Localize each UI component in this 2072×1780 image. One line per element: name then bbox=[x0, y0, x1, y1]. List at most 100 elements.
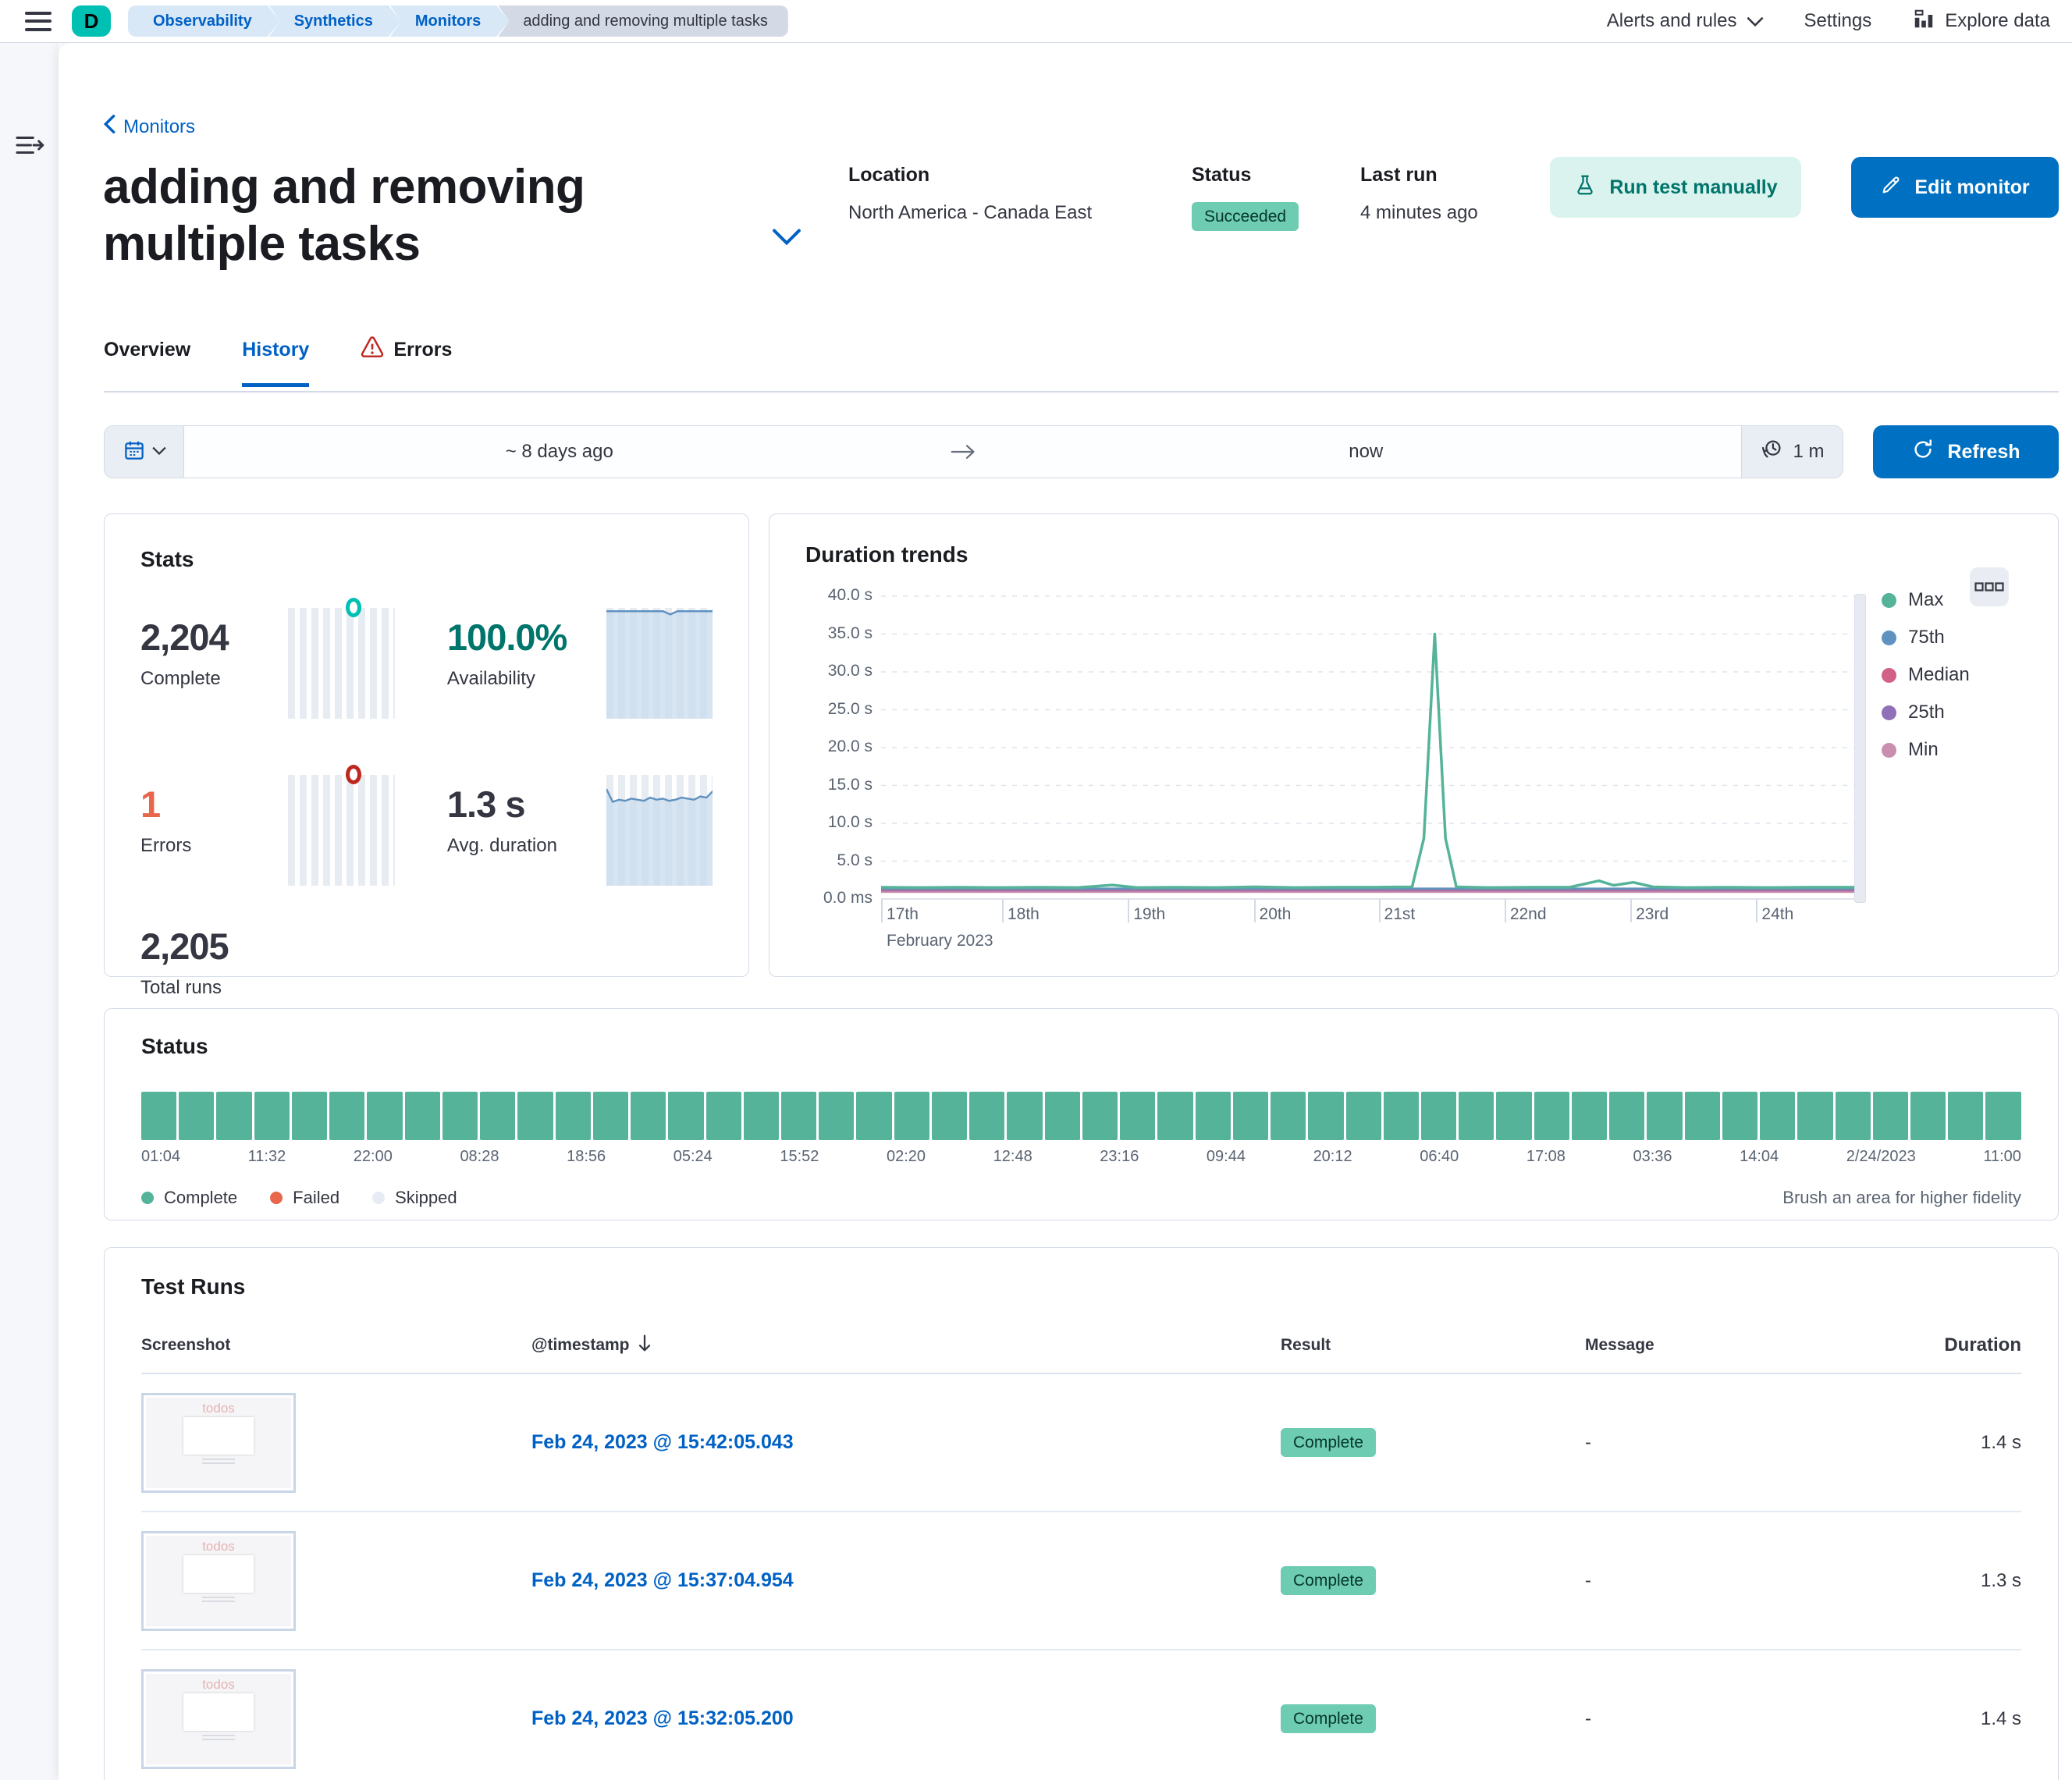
cell-duration: 1.3 s bbox=[1930, 1570, 2021, 1592]
stat-errors: 1 Errors bbox=[140, 775, 288, 857]
explore-data-link[interactable]: Explore data bbox=[1912, 7, 2050, 36]
status-panel: Status 01:0411:3222:0008:2818:5605:2415:… bbox=[104, 1008, 2059, 1220]
status-block bbox=[480, 1092, 515, 1140]
meta-last-run: Last run 4 minutes ago bbox=[1360, 164, 1478, 224]
status-block bbox=[593, 1092, 628, 1140]
stat-avg-duration: 1.3 s Avg. duration bbox=[447, 775, 606, 857]
col-timestamp-sort[interactable]: @timestamp bbox=[531, 1334, 1281, 1357]
duration-trends-title: Duration trends bbox=[805, 542, 2022, 567]
legend-label: Min bbox=[1908, 739, 1939, 761]
legend-dot-icon bbox=[372, 1192, 385, 1204]
status-block bbox=[1836, 1092, 1871, 1140]
status-block bbox=[932, 1092, 967, 1140]
errors-sparkline-chart bbox=[288, 775, 394, 886]
legend-item-75th[interactable]: 75th bbox=[1882, 627, 1970, 648]
top-header: D ObservabilitySyntheticsMonitorsadding … bbox=[0, 0, 2072, 43]
complete-sparkline-chart bbox=[288, 608, 394, 719]
status-block bbox=[819, 1092, 854, 1140]
edit-monitor-label: Edit monitor bbox=[1914, 176, 2029, 199]
legend-item-25th[interactable]: 25th bbox=[1882, 702, 1970, 723]
chevron-down-icon bbox=[1747, 10, 1764, 32]
stat-errors-label: Errors bbox=[140, 835, 288, 857]
breadcrumb: ObservabilitySyntheticsMonitorsadding an… bbox=[128, 5, 788, 37]
menu-icon[interactable] bbox=[25, 12, 52, 31]
run-test-button[interactable]: Run test manually bbox=[1550, 157, 1801, 218]
calendar-icon bbox=[123, 439, 146, 466]
legend-item-median[interactable]: Median bbox=[1882, 664, 1970, 686]
stat-total-runs-label: Total runs bbox=[140, 977, 294, 999]
location-value: North America - Canada East bbox=[848, 202, 1092, 224]
chevron-left-icon bbox=[104, 115, 116, 139]
edit-monitor-button[interactable]: Edit monitor bbox=[1851, 157, 2059, 218]
thumbnail-card bbox=[183, 1417, 254, 1455]
settings-link[interactable]: Settings bbox=[1804, 10, 1872, 32]
screenshot-thumbnail[interactable]: todos bbox=[141, 1531, 296, 1631]
x-axis-tick: 24th bbox=[1761, 905, 1793, 924]
col-screenshot: Screenshot bbox=[141, 1336, 531, 1355]
test-run-link[interactable]: Feb 24, 2023 @ 15:37:04.954 bbox=[531, 1569, 794, 1591]
location-label: Location bbox=[848, 164, 1092, 187]
status-legend-item-skipped[interactable]: Skipped bbox=[372, 1188, 457, 1208]
y-axis-tick: 10.0 s bbox=[769, 813, 873, 832]
title-dropdown-icon[interactable] bbox=[773, 229, 801, 250]
tab-overview[interactable]: Overview bbox=[104, 336, 190, 387]
tab-history[interactable]: History bbox=[242, 336, 309, 387]
chart-options-icon[interactable] bbox=[1970, 567, 2009, 606]
x-axis-tick-mark bbox=[1128, 899, 1129, 922]
stat-avg-duration-value: 1.3 s bbox=[447, 786, 606, 822]
thumbnail-line bbox=[202, 1601, 235, 1602]
status-block bbox=[1609, 1092, 1644, 1140]
deployment-badge[interactable]: D bbox=[72, 5, 111, 37]
status-time-label: 05:24 bbox=[673, 1148, 713, 1166]
status-legend-item-failed[interactable]: Failed bbox=[270, 1188, 339, 1208]
test-run-link[interactable]: Feb 24, 2023 @ 15:32:05.200 bbox=[531, 1707, 794, 1729]
status-time-label: 08:28 bbox=[460, 1148, 499, 1166]
status-block bbox=[1308, 1092, 1343, 1140]
status-block bbox=[894, 1092, 929, 1140]
cell-screenshot: todos bbox=[141, 1531, 531, 1631]
screenshot-thumbnail[interactable]: todos bbox=[141, 1669, 296, 1769]
back-to-monitors-link[interactable]: Monitors bbox=[104, 115, 195, 139]
last-run-value: 4 minutes ago bbox=[1360, 202, 1478, 224]
x-axis-tick: 23rd bbox=[1636, 905, 1669, 924]
status-block bbox=[1534, 1092, 1569, 1140]
breadcrumb-item[interactable]: Monitors bbox=[390, 5, 509, 37]
status-history-chart[interactable] bbox=[141, 1092, 2021, 1140]
screenshot-thumbnail[interactable]: todos bbox=[141, 1393, 296, 1493]
cell-timestamp: Feb 24, 2023 @ 15:42:05.043 bbox=[531, 1431, 1281, 1454]
status-block bbox=[1910, 1092, 1946, 1140]
expand-sidebar-icon[interactable] bbox=[15, 133, 44, 161]
status-block bbox=[367, 1092, 402, 1140]
tab-errors[interactable]: Errors bbox=[361, 336, 452, 387]
duration-trends-chart[interactable] bbox=[881, 596, 1864, 899]
scatter-dot-icon bbox=[346, 598, 361, 617]
stat-availability: 100.0% Availability bbox=[447, 608, 606, 690]
status-block bbox=[856, 1092, 891, 1140]
breadcrumb-item[interactable]: Observability bbox=[128, 5, 280, 37]
chart-scroll-band[interactable] bbox=[1854, 594, 1866, 903]
meta-location: Location North America - Canada East bbox=[848, 164, 1092, 224]
range-end-button[interactable]: now bbox=[991, 426, 1742, 478]
legend-dot-icon bbox=[1882, 593, 1896, 608]
refresh-interval-button[interactable]: 1 m bbox=[1741, 426, 1843, 478]
range-start-button[interactable]: ~ 8 days ago bbox=[184, 426, 935, 478]
quick-select-button[interactable] bbox=[105, 426, 184, 478]
legend-dot-icon bbox=[1882, 705, 1896, 720]
thumbnail-app-title: todos bbox=[146, 1674, 291, 1691]
main-content: Monitors adding and removing multiple ta… bbox=[59, 43, 2072, 1780]
breadcrumb-item[interactable]: Synthetics bbox=[269, 5, 401, 37]
y-axis-tick: 5.0 s bbox=[769, 851, 873, 870]
refresh-button[interactable]: Refresh bbox=[1873, 425, 2059, 478]
status-block bbox=[1572, 1092, 1607, 1140]
stat-complete-label: Complete bbox=[140, 668, 288, 690]
tab-label: Errors bbox=[393, 339, 452, 361]
screenshot-preview: todos bbox=[146, 1674, 291, 1764]
legend-item-max[interactable]: Max bbox=[1882, 589, 1970, 611]
legend-item-min[interactable]: Min bbox=[1882, 739, 1970, 761]
test-run-link[interactable]: Feb 24, 2023 @ 15:42:05.043 bbox=[531, 1431, 794, 1453]
status-legend-item-complete[interactable]: Complete bbox=[141, 1188, 237, 1208]
meta-status: Status Succeeded bbox=[1192, 164, 1299, 231]
alerts-and-rules-label: Alerts and rules bbox=[1607, 10, 1737, 32]
alerts-and-rules-menu[interactable]: Alerts and rules bbox=[1607, 10, 1764, 32]
status-block bbox=[141, 1092, 176, 1140]
